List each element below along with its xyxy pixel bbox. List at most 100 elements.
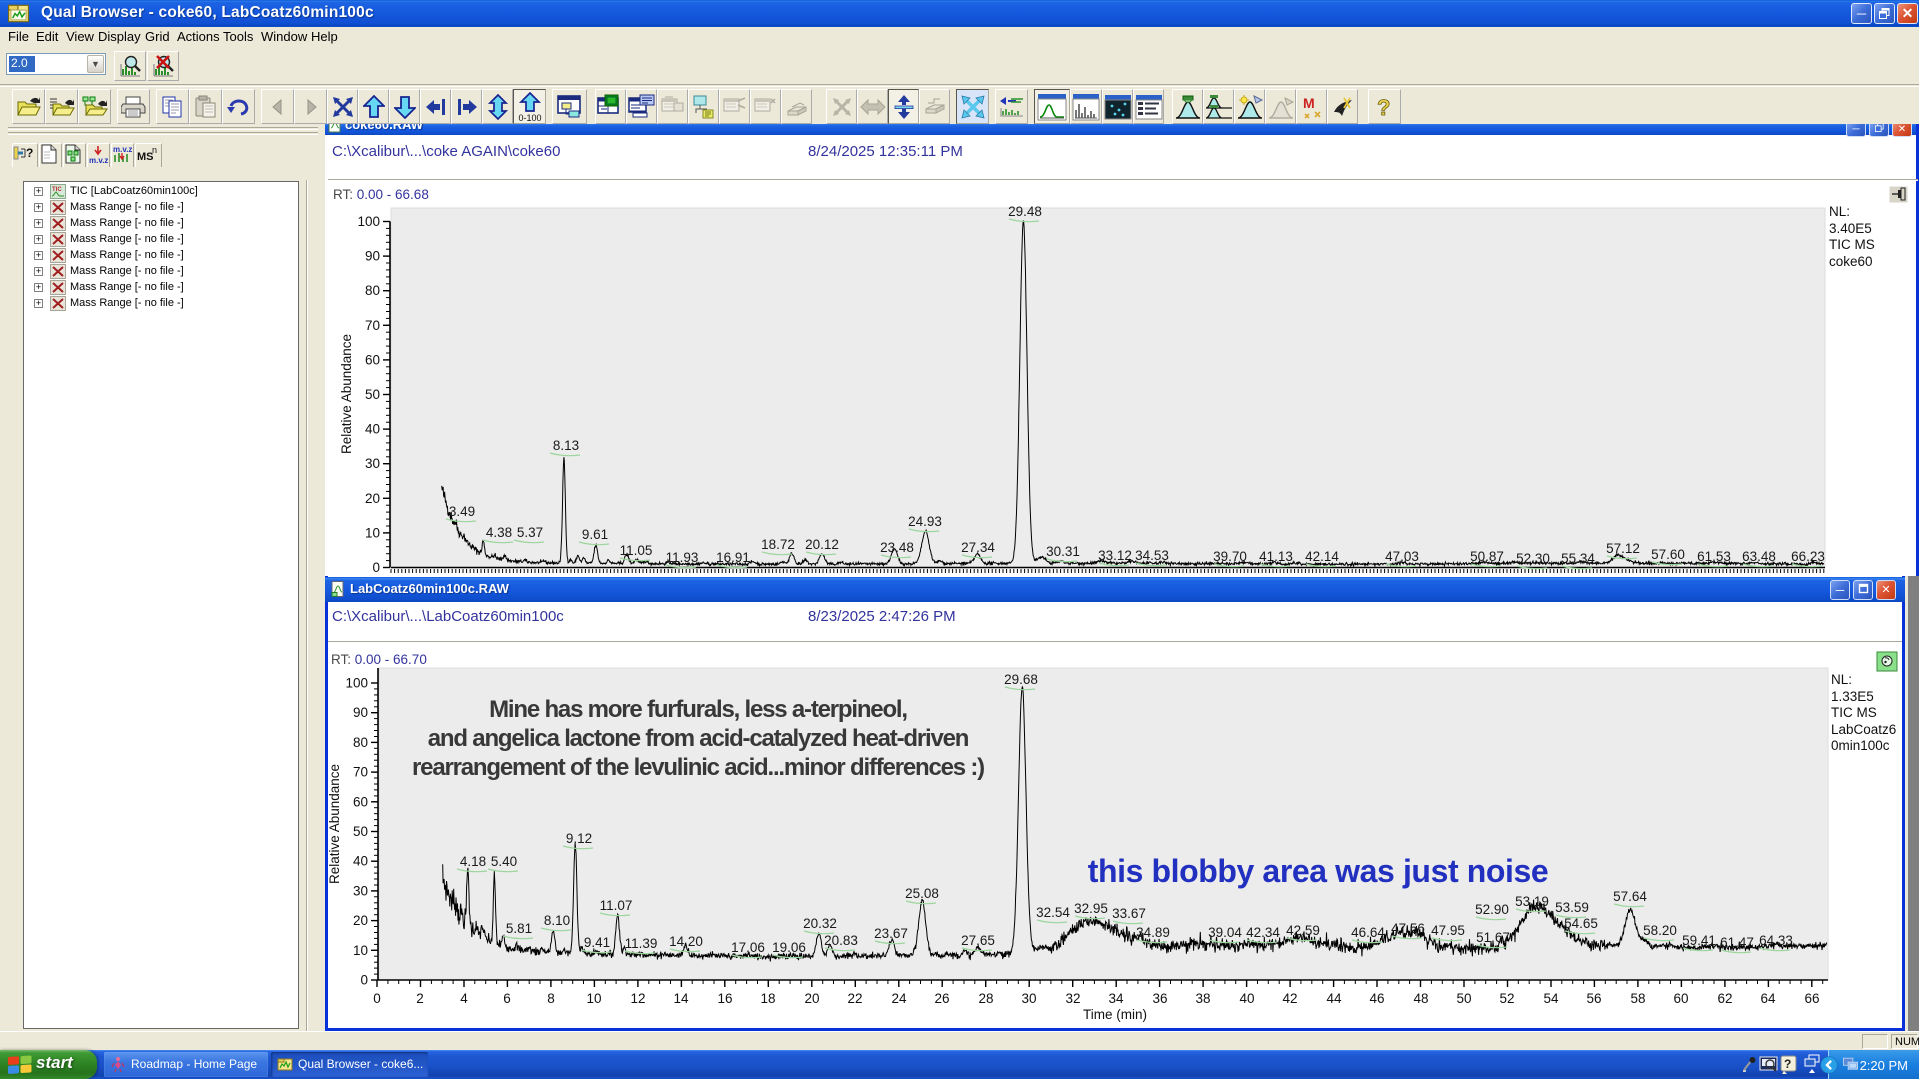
svg-text:8/24/2025 12:35:11 PM: 8/24/2025 12:35:11 PM: [808, 143, 963, 160]
svg-text:0-100: 0-100: [518, 113, 541, 122]
svg-text:and angelica lactone from acid: and angelica lactone from acid-catalyzed…: [428, 725, 969, 752]
svg-text:64: 64: [1760, 991, 1776, 1006]
svg-text:63.48: 63.48: [1742, 549, 1776, 564]
svg-text:90: 90: [365, 249, 380, 264]
svg-text:55.34: 55.34: [1561, 551, 1595, 566]
svg-text:32.54: 32.54: [1036, 905, 1070, 920]
svg-text:66: 66: [1804, 991, 1819, 1006]
svg-text:80: 80: [353, 735, 368, 750]
svg-text:64.33: 64.33: [1759, 933, 1793, 948]
svg-text:n: n: [152, 145, 157, 155]
svg-text:rearrangement of the levulinic: rearrangement of the levulinic acid...mi…: [412, 754, 984, 781]
svg-text:90: 90: [353, 705, 368, 720]
svg-text:5.40: 5.40: [491, 854, 517, 869]
svg-text:0min100c: 0min100c: [1831, 738, 1890, 753]
svg-text:34.53: 34.53: [1135, 548, 1169, 563]
svg-text:58: 58: [1630, 991, 1645, 1006]
svg-text:42: 42: [1282, 991, 1297, 1006]
svg-text:39.70: 39.70: [1213, 549, 1247, 564]
svg-text:RT: 0.00 - 66.70: RT: 0.00 - 66.70: [331, 652, 427, 667]
svg-text:9.12: 9.12: [566, 831, 592, 846]
svg-text:30: 30: [353, 883, 368, 898]
svg-text:3.40E5: 3.40E5: [1829, 221, 1872, 236]
svg-text:Relative Abundance: Relative Abundance: [339, 334, 354, 454]
svg-text:100: 100: [345, 676, 368, 691]
svg-text:10: 10: [353, 943, 368, 958]
svg-text:NL:: NL:: [1829, 204, 1850, 219]
svg-text:23.48: 23.48: [880, 540, 914, 555]
svg-text:70: 70: [365, 318, 380, 333]
svg-text:28: 28: [978, 991, 993, 1006]
svg-text:33.12: 33.12: [1098, 548, 1132, 563]
svg-text:56: 56: [1586, 991, 1601, 1006]
svg-text:m.v.z: m.v.z: [113, 145, 132, 154]
svg-text:6: 6: [503, 991, 511, 1006]
svg-text:0: 0: [372, 560, 380, 575]
svg-text:61.47: 61.47: [1720, 935, 1754, 950]
svg-text:30.31: 30.31: [1046, 544, 1080, 559]
svg-text:46.64: 46.64: [1351, 925, 1385, 940]
svg-text:53.19: 53.19: [1515, 894, 1549, 909]
svg-text:?: ?: [1784, 1057, 1791, 1071]
svg-text:52: 52: [1499, 991, 1514, 1006]
svg-text:8.13: 8.13: [553, 438, 579, 453]
svg-text:this blobby area was just nois: this blobby area was just noise: [1088, 853, 1549, 889]
svg-text:47.95: 47.95: [1431, 923, 1465, 938]
svg-text:34.89: 34.89: [1136, 925, 1170, 940]
svg-text:57.64: 57.64: [1613, 889, 1647, 904]
svg-text:8: 8: [547, 991, 555, 1006]
svg-text:57.60: 57.60: [1651, 547, 1685, 562]
svg-text:33.67: 33.67: [1112, 906, 1146, 921]
svg-text:44: 44: [1326, 991, 1342, 1006]
svg-text:25.08: 25.08: [905, 886, 939, 901]
svg-text:Time (min): Time (min): [1083, 1007, 1147, 1022]
svg-text:50.87: 50.87: [1470, 549, 1504, 564]
svg-text:54.65: 54.65: [1564, 916, 1598, 931]
svg-text:20.32: 20.32: [803, 916, 837, 931]
svg-text:57.12: 57.12: [1606, 541, 1640, 556]
svg-text:38: 38: [1195, 991, 1210, 1006]
svg-text:12: 12: [630, 991, 645, 1006]
svg-text:41.13: 41.13: [1259, 549, 1293, 564]
svg-text:50: 50: [1456, 991, 1471, 1006]
svg-text:18.72: 18.72: [761, 537, 795, 552]
svg-text:29.68: 29.68: [1004, 672, 1038, 687]
svg-text:?: ?: [26, 146, 33, 160]
svg-text:22: 22: [847, 991, 862, 1006]
svg-text:16.91: 16.91: [716, 550, 750, 565]
svg-text:17.06: 17.06: [731, 940, 765, 955]
svg-text:11.39: 11.39: [625, 936, 658, 951]
svg-text:18: 18: [760, 991, 775, 1006]
svg-text:5.37: 5.37: [517, 525, 543, 540]
svg-text:100: 100: [357, 214, 380, 229]
svg-text:32: 32: [1065, 991, 1080, 1006]
svg-text:Mine has more furfurals, less: Mine has more furfurals, less a-terpineo…: [489, 696, 907, 723]
svg-text:40: 40: [365, 422, 380, 437]
svg-text:30: 30: [365, 456, 380, 471]
svg-text:32.95: 32.95: [1074, 901, 1108, 916]
svg-text:29.48: 29.48: [1008, 204, 1042, 219]
svg-text:52.30: 52.30: [1516, 551, 1550, 566]
svg-text:11.05: 11.05: [620, 543, 653, 558]
svg-text:39.04: 39.04: [1208, 925, 1242, 940]
svg-text:9.41: 9.41: [584, 935, 610, 950]
svg-text:30: 30: [1021, 991, 1036, 1006]
svg-text:23.67: 23.67: [874, 926, 908, 941]
svg-text:11.07: 11.07: [600, 898, 633, 913]
svg-text:24: 24: [891, 991, 907, 1006]
svg-text:?: ?: [1377, 95, 1390, 120]
svg-text:27.34: 27.34: [961, 540, 995, 555]
svg-text:10: 10: [586, 991, 601, 1006]
svg-text:42.34: 42.34: [1246, 925, 1280, 940]
svg-text:40: 40: [353, 854, 368, 869]
svg-text:54: 54: [1543, 991, 1559, 1006]
svg-text:20: 20: [353, 913, 368, 928]
svg-text:3.49: 3.49: [449, 504, 475, 519]
svg-text:4: 4: [460, 991, 468, 1006]
svg-text:47.56: 47.56: [1391, 921, 1425, 936]
svg-text:LabCoatz6: LabCoatz6: [1831, 722, 1896, 737]
svg-text:70: 70: [353, 765, 368, 780]
svg-text:34: 34: [1108, 991, 1124, 1006]
svg-text:66.23: 66.23: [1791, 549, 1825, 564]
svg-text:11.93: 11.93: [666, 550, 699, 565]
